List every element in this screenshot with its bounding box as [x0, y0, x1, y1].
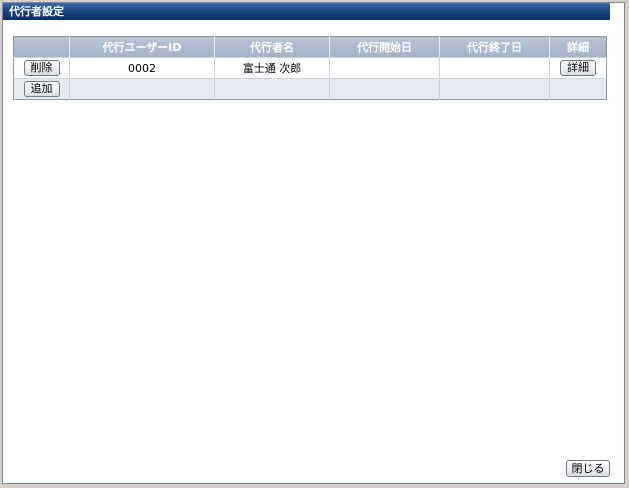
dialog-window: 代行者設定 代行ユーザーID 代行者名 代行開始日 代行終了日 詳細 削除 00…	[2, 2, 625, 484]
cell-action: 削除	[13, 57, 70, 79]
header-start-date: 代行開始日	[329, 36, 440, 58]
table-row: 削除 0002 富士通 次郎 詳細	[13, 57, 607, 79]
cell-start-date	[329, 57, 440, 79]
table-header-row: 代行ユーザーID 代行者名 代行開始日 代行終了日 詳細	[13, 36, 607, 58]
add-row-empty-cell	[214, 78, 330, 100]
cell-add: 追加	[13, 78, 70, 100]
delete-button[interactable]: 削除	[23, 60, 60, 76]
proxy-table: 代行ユーザーID 代行者名 代行開始日 代行終了日 詳細 削除 0002 富士通…	[13, 36, 607, 100]
header-user-id: 代行ユーザーID	[69, 36, 215, 58]
add-row-empty-cell	[549, 78, 607, 100]
close-button[interactable]: 閉じる	[566, 460, 610, 477]
titlebar-cap	[610, 3, 624, 20]
add-row-empty-cell	[439, 78, 550, 100]
cell-end-date	[439, 57, 550, 79]
cell-detail: 詳細	[549, 57, 607, 79]
detail-button[interactable]: 詳細	[560, 60, 596, 76]
cell-user-id: 0002	[69, 57, 215, 79]
add-row: 追加	[13, 78, 607, 100]
header-name: 代行者名	[214, 36, 330, 58]
proxy-settings-content: 代行ユーザーID 代行者名 代行開始日 代行終了日 詳細 削除 0002 富士通…	[13, 36, 607, 100]
dialog-title: 代行者設定	[3, 3, 610, 20]
header-detail: 詳細	[549, 36, 607, 58]
header-action	[13, 36, 70, 58]
add-button[interactable]: 追加	[23, 81, 60, 97]
cell-name: 富士通 次郎	[214, 57, 330, 79]
add-row-empty-cell	[329, 78, 440, 100]
header-end-date: 代行終了日	[439, 36, 550, 58]
add-row-empty-cell	[69, 78, 215, 100]
